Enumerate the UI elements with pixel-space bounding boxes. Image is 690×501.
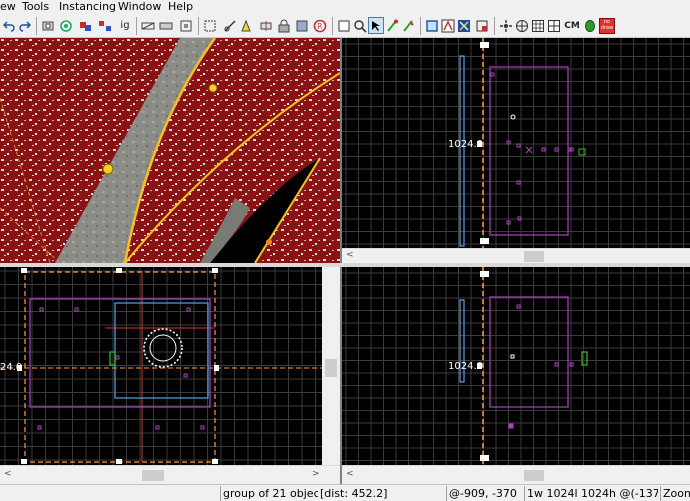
horizontal-scrollbar[interactable]: < (342, 248, 690, 263)
cubemap-button[interactable]: CM (563, 17, 581, 34)
menu-tools[interactable]: Tools (22, 0, 49, 14)
brush-vertices (490, 72, 574, 225)
selection-handle[interactable] (480, 42, 489, 48)
undo-icon[interactable] (1, 17, 17, 34)
ignore-group-button[interactable]: ig (116, 17, 134, 34)
cursor-select-icon[interactable] (368, 17, 384, 34)
no-draw-label: no draw (600, 19, 614, 31)
entity-sprite[interactable] (102, 163, 114, 175)
menu-view[interactable]: ew (0, 0, 16, 14)
scroll-left-arrow[interactable]: < (346, 469, 354, 479)
status-bar: group of 21 objects [dist: 452.2] @-909,… (0, 484, 690, 501)
texture-lock-icon[interactable] (276, 17, 292, 34)
entity-marker[interactable] (109, 351, 116, 366)
entity-report-icon[interactable] (498, 17, 514, 34)
status-size: 1w 1024l 1024h @(-137 -10 (524, 486, 658, 501)
brush-overlay (0, 268, 322, 464)
scroll-thumb[interactable] (524, 470, 544, 481)
no-entry-icon[interactable]: R (312, 17, 328, 34)
top-right-2d-view[interactable]: 1024.0 (342, 38, 690, 248)
grid-coordinate-label: 1024.0 (448, 139, 483, 150)
status-distance: [dist: 452.2] (320, 487, 388, 500)
svg-text:R: R (317, 22, 323, 31)
entity-marker[interactable] (581, 351, 588, 366)
scroll-left-arrow[interactable]: < (4, 469, 12, 479)
hollow-icon[interactable] (58, 17, 74, 34)
decal-icon[interactable] (440, 17, 456, 34)
group-icon[interactable] (78, 17, 94, 34)
selection-bounding-box (24, 271, 216, 463)
toolbar-separator (494, 17, 495, 35)
brush-overlay (459, 267, 588, 465)
brush-overlay (459, 38, 586, 248)
status-zoom: Zoom (660, 486, 690, 501)
no-draw-button[interactable]: no draw (598, 17, 616, 34)
redo-icon[interactable] (17, 17, 33, 34)
clip-icon[interactable] (222, 17, 238, 34)
magnify-icon[interactable] (352, 17, 368, 34)
brush-vertices (508, 304, 574, 429)
menu-help[interactable]: Help (168, 0, 193, 14)
entity-marker[interactable] (510, 354, 515, 359)
path-icon[interactable] (474, 17, 490, 34)
status-selection: group of 21 objects (220, 486, 318, 501)
bottom-left-2d-view[interactable]: 24.0 (0, 267, 322, 465)
block-tool-icon[interactable] (424, 17, 440, 34)
status-coordinates: @-909, -370 (446, 486, 522, 501)
cylinder-brush-inner[interactable] (149, 334, 177, 362)
toolbar-separator (36, 17, 37, 35)
selection-tool-icon[interactable] (336, 17, 352, 34)
entity-marker[interactable] (510, 114, 516, 120)
menu-bar: ew Tools Instancing Window Help (0, 0, 690, 14)
camera-3d-render (0, 38, 340, 263)
grid-icon[interactable] (514, 17, 530, 34)
camera-3d-view[interactable] (0, 38, 340, 263)
vertical-scrollbar[interactable] (322, 267, 340, 465)
show-all-icon[interactable] (158, 17, 174, 34)
ignore-group-label: ig (120, 20, 130, 31)
scroll-right-arrow[interactable]: > (312, 469, 320, 479)
toggle-3d-grid-icon[interactable] (530, 17, 546, 34)
scroll-thumb[interactable] (325, 359, 337, 377)
texture-scale-lock-icon[interactable] (294, 17, 310, 34)
magenta-brush[interactable] (489, 296, 569, 408)
toolbar: ig R CM no draw (0, 14, 690, 38)
check-problems-icon[interactable] (546, 17, 562, 34)
hide-unselected-icon[interactable] (178, 17, 194, 34)
carve-icon[interactable] (40, 17, 56, 34)
leaf-icon[interactable] (582, 17, 598, 34)
bottom-right-2d-view[interactable]: 1024.0 (342, 267, 690, 465)
scroll-thumb[interactable] (142, 470, 164, 481)
scroll-left-arrow[interactable]: < (346, 250, 354, 260)
entity-sprite[interactable] (266, 239, 272, 245)
toolbar-separator (136, 17, 137, 35)
horizontal-scrollbar[interactable]: < (342, 465, 690, 484)
selection-handles[interactable] (17, 268, 219, 464)
cubemap-label: CM (564, 20, 580, 31)
toolbar-separator (198, 17, 199, 35)
grid-coordinate-label: 24.0 (0, 362, 23, 373)
origin-marker (525, 146, 533, 154)
magenta-brush[interactable] (29, 298, 211, 408)
horizontal-scrollbar[interactable]: < > (0, 465, 340, 484)
menu-window[interactable]: Window (118, 0, 161, 14)
toolbar-separator (332, 17, 333, 35)
cordon-icon[interactable] (202, 17, 218, 34)
menu-instancing[interactable]: Instancing (59, 0, 116, 14)
ungroup-icon[interactable] (97, 17, 113, 34)
grid-coordinate-label: 1024.0 (448, 361, 483, 372)
run-icon[interactable] (238, 17, 254, 34)
overlay-icon[interactable] (456, 17, 472, 34)
entity-marker[interactable] (578, 148, 586, 156)
selection-handle[interactable] (480, 238, 489, 244)
carve-selection-icon[interactable] (258, 17, 274, 34)
toolbar-separator (420, 17, 421, 35)
entity-sprite[interactable] (208, 83, 218, 93)
entity-tool-icon[interactable] (400, 17, 416, 34)
scroll-thumb[interactable] (524, 251, 544, 262)
blue-brush[interactable] (114, 302, 209, 399)
hide-icon[interactable] (140, 17, 156, 34)
vertex-tool-icon[interactable] (384, 17, 400, 34)
blue-brush[interactable] (459, 55, 465, 247)
